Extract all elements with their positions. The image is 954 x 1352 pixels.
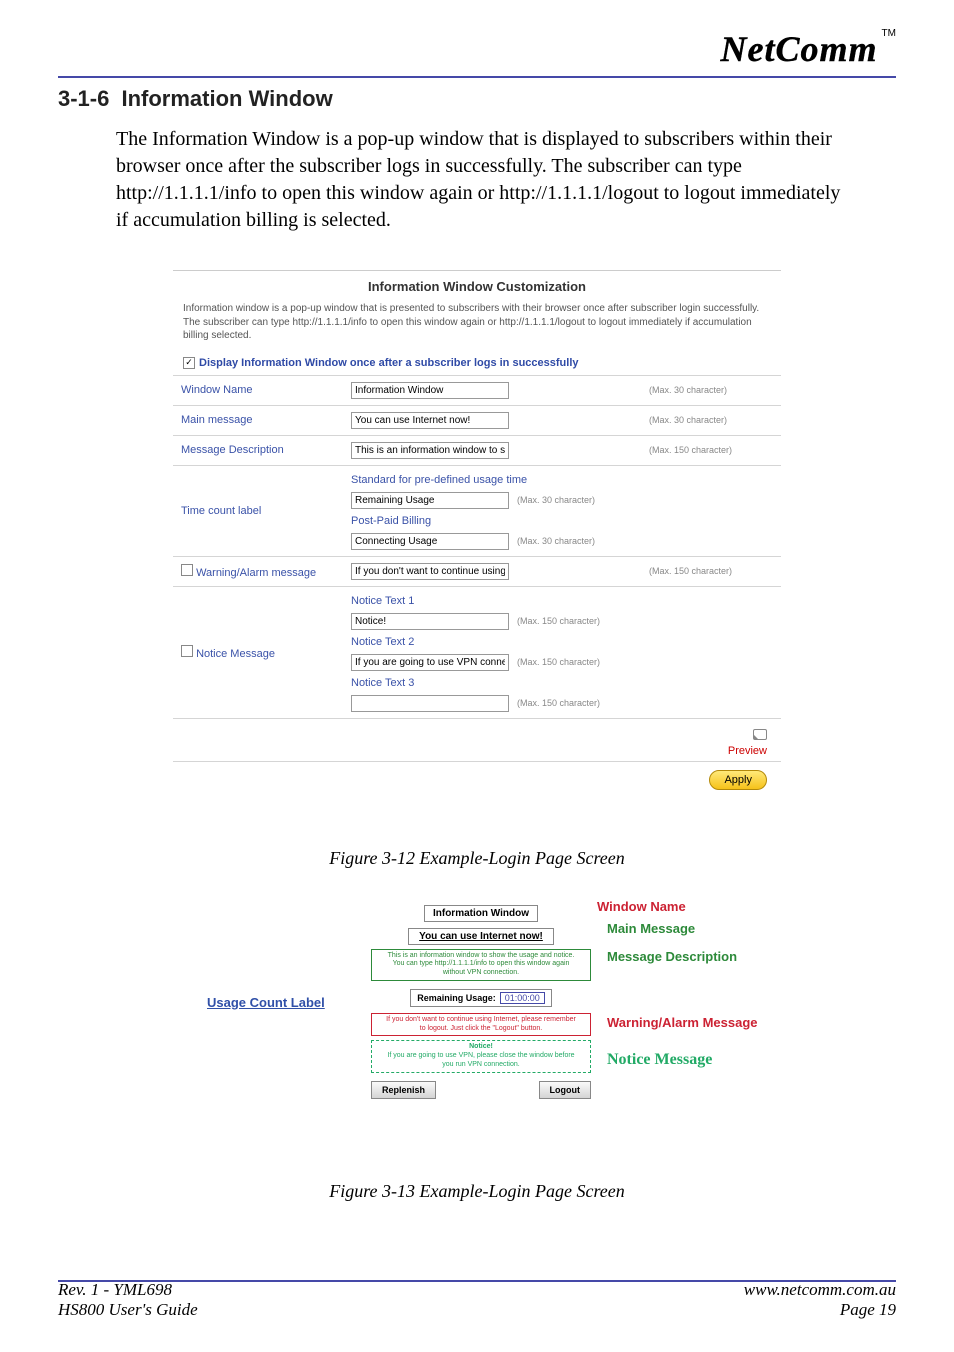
- popup-annotated-mock: Information Window You can use Internet …: [197, 899, 757, 1129]
- preview-row: Preview: [173, 718, 781, 761]
- section-paragraph: The Information Window is a pop-up windo…: [116, 126, 856, 234]
- form-table: Window Name (Max. 30 character) Main mes…: [173, 375, 781, 718]
- remaining-usage-hint: (Max. 30 character): [517, 495, 657, 505]
- display-checkbox-row[interactable]: ✓ Display Information Window once after …: [173, 353, 781, 375]
- postpaid-billing-text: Post-Paid Billing: [351, 513, 773, 529]
- popup-description: This is an information window to show th…: [371, 949, 591, 981]
- warning-label: Warning/Alarm message: [196, 567, 316, 579]
- warning-checkbox[interactable]: [181, 564, 193, 576]
- header-rule: [58, 76, 896, 78]
- message-desc-input[interactable]: [351, 442, 509, 459]
- message-desc-hint: (Max. 150 character): [641, 435, 781, 465]
- popup-remaining-label: Remaining Usage:: [417, 993, 496, 1003]
- footer-guide: HS800 User's Guide: [58, 1300, 198, 1320]
- footer-revision: Rev. 1 - YML698: [58, 1280, 198, 1300]
- connecting-usage-input[interactable]: [351, 533, 509, 550]
- section-title: Information Window: [121, 86, 332, 112]
- notice1-input[interactable]: [351, 613, 509, 630]
- info-window-panel: Information Window Customization Informa…: [173, 270, 781, 800]
- main-message-input[interactable]: [351, 412, 509, 429]
- standard-usage-text: Standard for pre-defined usage time: [351, 472, 773, 488]
- figure-3-12-caption: Figure 3-12 Example-Login Page Screen: [58, 848, 896, 869]
- annotation-main-message: Main Message: [607, 921, 695, 936]
- popup-button-row: Replenish Logout: [371, 1081, 591, 1099]
- display-checkbox-label: Display Information Window once after a …: [199, 357, 579, 369]
- notice3-input[interactable]: [351, 695, 509, 712]
- section-number: 3-1-6: [58, 86, 109, 112]
- popup-desc-line1: This is an information window to show th…: [388, 952, 575, 959]
- window-name-hint: (Max. 30 character): [641, 375, 781, 405]
- annotation-usage-count: Usage Count Label: [207, 995, 325, 1010]
- trademark: TM: [882, 28, 896, 39]
- notice2-input[interactable]: [351, 654, 509, 671]
- message-desc-label: Message Description: [173, 435, 343, 465]
- popup-notice-line2: you run VPN connection.: [442, 1061, 519, 1068]
- checkbox-icon[interactable]: ✓: [183, 357, 195, 369]
- apply-button[interactable]: Apply: [709, 770, 767, 790]
- figure-3-13-caption: Figure 3-13 Example-Login Page Screen: [58, 1181, 896, 1202]
- annotation-window-name: Window Name: [597, 899, 686, 914]
- annotation-message-desc: Message Description: [607, 949, 737, 964]
- footer-url: www.netcomm.com.au: [744, 1280, 896, 1300]
- notice3-label: Notice Text 3: [351, 675, 773, 691]
- popup-notice-line1: If you are going to use VPN, please clos…: [387, 1052, 574, 1059]
- logout-button[interactable]: Logout: [539, 1081, 592, 1099]
- annotation-notice: Notice Message: [607, 1051, 712, 1069]
- page-footer: Rev. 1 - YML698 HS800 User's Guide www.n…: [58, 1280, 896, 1320]
- popup-desc-line3: without VPN connection.: [443, 969, 519, 976]
- popup-warning: If you don't want to continue using Inte…: [371, 1013, 591, 1037]
- panel-title: Information Window Customization: [173, 271, 781, 300]
- popup-warn-line1: If you don't want to continue using Inte…: [386, 1016, 576, 1023]
- replenish-button[interactable]: Replenish: [371, 1081, 436, 1099]
- panel-description: Information window is a pop-up window th…: [173, 300, 781, 353]
- popup-desc-line2: You can type http://1.1.1.1/info to open…: [393, 960, 570, 967]
- popup-notice-title: Notice!: [374, 1043, 588, 1052]
- brand-logo: NetComm: [721, 28, 878, 70]
- warning-hint: (Max. 150 character): [641, 556, 781, 586]
- time-count-label: Time count label: [173, 465, 343, 556]
- notice3-hint: (Max. 150 character): [517, 698, 657, 708]
- popup-title: Information Window: [424, 905, 538, 922]
- remaining-usage-input[interactable]: [351, 492, 509, 509]
- window-name-input[interactable]: [351, 382, 509, 399]
- notice1-hint: (Max. 150 character): [517, 616, 657, 626]
- notice-label: Notice Message: [196, 648, 275, 660]
- footer-page: Page 19: [744, 1300, 896, 1320]
- apply-row: Apply: [173, 761, 781, 800]
- notice2-hint: (Max. 150 character): [517, 657, 657, 667]
- popup-window: Information Window You can use Internet …: [365, 903, 597, 1099]
- preview-link[interactable]: Preview: [728, 745, 767, 757]
- connecting-usage-hint: (Max. 30 character): [517, 536, 657, 546]
- notice1-label: Notice Text 1: [351, 593, 773, 609]
- popup-remaining-usage: Remaining Usage: 01:00:00: [410, 989, 552, 1007]
- notice2-label: Notice Text 2: [351, 634, 773, 650]
- popup-main-message: You can use Internet now!: [408, 928, 554, 945]
- main-message-label: Main message: [173, 405, 343, 435]
- warning-input[interactable]: [351, 563, 509, 580]
- popup-notice: Notice! If you are going to use VPN, ple…: [371, 1040, 591, 1072]
- main-message-hint: (Max. 30 character): [641, 405, 781, 435]
- window-name-label: Window Name: [173, 375, 343, 405]
- preview-icon[interactable]: [753, 729, 767, 740]
- annotation-warning: Warning/Alarm Message: [607, 1015, 758, 1030]
- popup-warn-line2: to logout. Just click the "Logout" butto…: [420, 1025, 543, 1032]
- notice-checkbox[interactable]: [181, 645, 193, 657]
- section-heading: 3-1-6 Information Window: [58, 86, 896, 112]
- header-logo-row: NetComm TM: [58, 28, 896, 70]
- popup-remaining-time: 01:00:00: [500, 992, 545, 1004]
